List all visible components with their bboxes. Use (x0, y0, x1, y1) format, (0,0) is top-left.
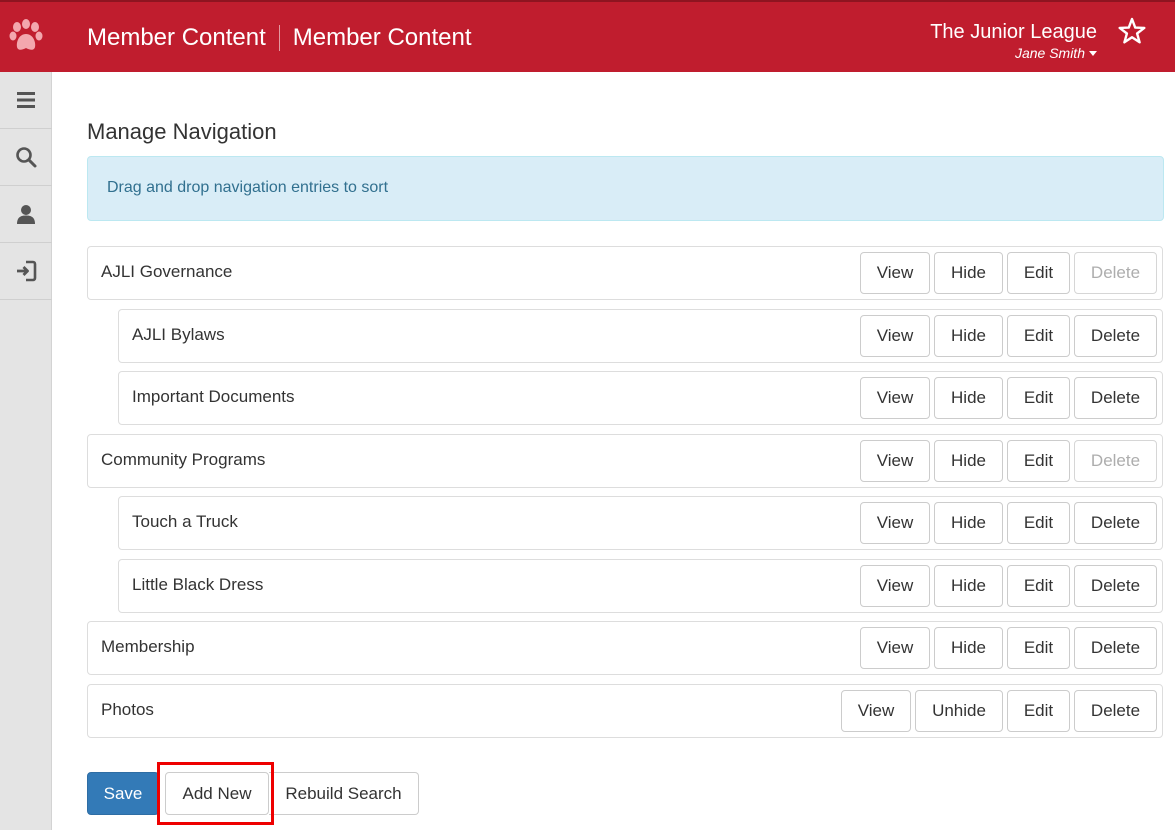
edit-button[interactable]: Edit (1007, 440, 1070, 482)
delete-button[interactable]: Delete (1074, 502, 1157, 544)
nav-entry-actions: View Hide Edit Delete (860, 502, 1157, 544)
menu-icon (17, 92, 35, 108)
nav-entry-row[interactable]: Community Programs View Hide Edit Delete (87, 434, 1163, 488)
delete-button[interactable]: Delete (1074, 690, 1157, 732)
nav-entry-row[interactable]: AJLI Governance View Hide Edit Delete (87, 246, 1163, 300)
hide-button[interactable]: Hide (934, 502, 1003, 544)
view-button[interactable]: View (860, 315, 930, 357)
nav-entry-actions: View Hide Edit Delete (860, 315, 1157, 357)
edit-button[interactable]: Edit (1007, 690, 1070, 732)
page-title: Manage Navigation (87, 119, 277, 144)
nav-entry-actions: View Hide Edit Delete (860, 252, 1157, 294)
hide-button[interactable]: Hide (934, 565, 1003, 607)
nav-entry-actions: View Hide Edit Delete (860, 627, 1157, 669)
delete-button[interactable]: Delete (1074, 252, 1157, 294)
edit-button[interactable]: Edit (1007, 377, 1070, 419)
nav-entry-row[interactable]: Membership View Hide Edit Delete (87, 621, 1163, 675)
nav-entry-row[interactable]: Important Documents View Hide Edit Delete (118, 371, 1163, 425)
sidebar-search-button[interactable] (0, 129, 52, 186)
edit-button[interactable]: Edit (1007, 315, 1070, 357)
section-title: Member Content (87, 24, 266, 51)
edit-button[interactable]: Edit (1007, 565, 1070, 607)
org-name: The Junior League (930, 21, 1097, 43)
edit-button[interactable]: Edit (1007, 627, 1070, 669)
delete-button[interactable]: Delete (1074, 377, 1157, 419)
nav-entry-actions: View Unhide Edit Delete (841, 690, 1157, 732)
rebuild-search-button[interactable]: Rebuild Search (269, 772, 419, 815)
nav-entry-row[interactable]: AJLI Bylaws View Hide Edit Delete (118, 309, 1163, 363)
user-icon (17, 205, 35, 224)
hide-button[interactable]: Hide (934, 627, 1003, 669)
delete-button[interactable]: Delete (1074, 315, 1157, 357)
nav-entry-label: Important Documents (132, 387, 295, 406)
hide-button[interactable]: Hide (934, 377, 1003, 419)
sidebar (0, 72, 52, 830)
user-menu[interactable]: Jane Smith (1015, 44, 1097, 62)
edit-button[interactable]: Edit (1007, 502, 1070, 544)
nav-entry-label: Little Black Dress (132, 575, 264, 594)
delete-button[interactable]: Delete (1074, 565, 1157, 607)
nav-entry-row[interactable]: Touch a Truck View Hide Edit Delete (118, 496, 1163, 550)
sign-in-icon (17, 260, 37, 282)
delete-button[interactable]: Delete (1074, 440, 1157, 482)
view-button[interactable]: View (860, 502, 930, 544)
search-icon (16, 147, 37, 168)
nav-entry-actions: View Hide Edit Delete (860, 377, 1157, 419)
sidebar-menu-button[interactable] (0, 72, 52, 129)
caret-down-icon (1089, 50, 1097, 56)
view-button[interactable]: View (860, 440, 930, 482)
view-button[interactable]: View (860, 565, 930, 607)
view-button[interactable]: View (860, 627, 930, 669)
user-name: Jane Smith (1014, 45, 1085, 61)
edit-button[interactable]: Edit (1007, 252, 1070, 294)
hide-button[interactable]: Hide (934, 315, 1003, 357)
view-button[interactable]: View (860, 252, 930, 294)
sidebar-login-button[interactable] (0, 243, 52, 300)
nav-entry-label: Touch a Truck (132, 512, 238, 531)
add-new-button[interactable]: Add New (165, 772, 269, 815)
nav-entry-label: Community Programs (101, 450, 266, 469)
nav-entry-label: Photos (101, 700, 154, 719)
top-bar: Member Content Member Content The Junior… (0, 0, 1175, 72)
nav-entry-label: AJLI Governance (101, 262, 233, 281)
org-block: The Junior League Jane Smith (930, 20, 1097, 63)
nav-entry-row[interactable]: Photos View Unhide Edit Delete (87, 684, 1163, 738)
nav-entry-label: Membership (101, 637, 195, 656)
nav-entry-label: AJLI Bylaws (132, 325, 225, 344)
save-button[interactable]: Save (87, 772, 159, 815)
info-alert: Drag and drop navigation entries to sort (87, 156, 1164, 221)
title-divider (278, 25, 280, 51)
view-button[interactable]: View (841, 690, 911, 732)
footer-actions: Save Add New Rebuild Search (87, 772, 419, 815)
delete-button[interactable]: Delete (1074, 627, 1157, 669)
page-header-title: Member Content (292, 24, 472, 51)
hide-button[interactable]: Hide (934, 252, 1003, 294)
unhide-button[interactable]: Unhide (915, 690, 1003, 732)
nav-entry-actions: View Hide Edit Delete (860, 565, 1157, 607)
star-icon[interactable] (1117, 16, 1147, 46)
sidebar-user-button[interactable] (0, 186, 52, 243)
nav-entry-row[interactable]: Little Black Dress View Hide Edit Delete (118, 559, 1163, 613)
paw-icon[interactable] (8, 18, 44, 58)
nav-entry-actions: View Hide Edit Delete (860, 440, 1157, 482)
hide-button[interactable]: Hide (934, 440, 1003, 482)
view-button[interactable]: View (860, 377, 930, 419)
